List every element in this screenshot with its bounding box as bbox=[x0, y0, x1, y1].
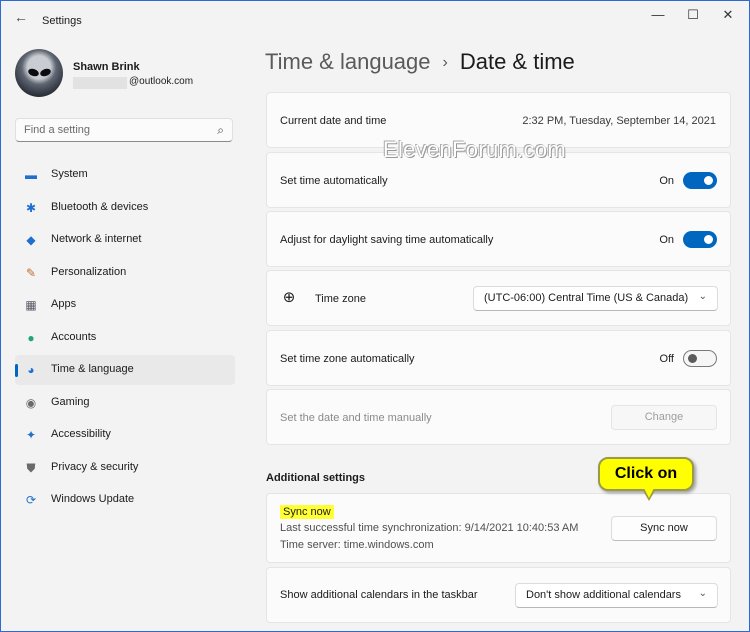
time-server-text: Time server: time.windows.com bbox=[280, 539, 434, 551]
bluetooth-icon: ✱ bbox=[25, 200, 37, 215]
sidebar-item-accessibility[interactable]: ✦ Accessibility bbox=[15, 420, 235, 450]
toggle-state-text: On bbox=[659, 234, 674, 246]
sidebar-item-label: System bbox=[51, 168, 88, 180]
sidebar-item-time-language[interactable]: ◕ Time & language bbox=[15, 355, 235, 385]
dst-auto-label: Adjust for daylight saving time automati… bbox=[280, 234, 494, 246]
sidebar-item-label: Time & language bbox=[51, 363, 134, 375]
profile-name: Shawn Brink bbox=[73, 61, 140, 73]
sidebar-item-label: Privacy & security bbox=[51, 460, 139, 473]
chevron-down-icon: ⌄ bbox=[698, 588, 707, 599]
shield-icon: ⛊ bbox=[26, 460, 36, 475]
change-button[interactable]: Change bbox=[611, 405, 717, 430]
sync-title: Sync now bbox=[280, 505, 334, 519]
email-redaction bbox=[73, 77, 127, 89]
person-icon: ● bbox=[27, 330, 35, 345]
manual-date-label: Set the date and time manually bbox=[280, 412, 432, 424]
settings-window: ← Settings — ☐ ✕ Shawn Brink @outlook.co… bbox=[0, 0, 750, 632]
sidebar-item-apps[interactable]: ▦ Apps bbox=[15, 290, 235, 320]
sidebar-item-privacy[interactable]: ⛊ Privacy & security bbox=[15, 453, 235, 483]
dst-auto-toggle[interactable] bbox=[683, 231, 717, 248]
sidebar-item-network[interactable]: ◆ Network & internet bbox=[15, 225, 235, 255]
sync-title-highlight: Sync now bbox=[280, 505, 334, 519]
chevron-down-icon: ⌄ bbox=[698, 291, 707, 302]
controller-icon: ◉ bbox=[25, 395, 37, 410]
globe-clock-icon: ⊕ bbox=[282, 289, 296, 306]
breadcrumb-parent[interactable]: Time & language bbox=[265, 49, 431, 74]
sidebar-item-label: Accounts bbox=[51, 330, 97, 343]
back-arrow-icon[interactable]: ← bbox=[11, 9, 31, 25]
manual-date-card: Set the date and time manually Change bbox=[266, 389, 731, 445]
globe-clock-icon: ◕ bbox=[27, 363, 35, 377]
set-time-auto-toggle[interactable] bbox=[683, 172, 717, 189]
set-time-auto-label: Set time automatically bbox=[280, 175, 388, 187]
monitor-icon: ▬ bbox=[25, 168, 37, 182]
wifi-icon: ◆ bbox=[26, 233, 36, 247]
current-date-value: 2:32 PM, Tuesday, September 14, 2021 bbox=[522, 115, 716, 127]
time-zone-label: Time zone bbox=[315, 293, 366, 305]
breadcrumb: Time & language › Date & time bbox=[265, 49, 575, 75]
set-tz-auto-toggle[interactable] bbox=[683, 350, 717, 367]
last-sync-text: Last successful time synchronization: 9/… bbox=[280, 522, 579, 534]
sidebar-item-system[interactable]: ▬ System bbox=[15, 160, 235, 190]
sidebar-item-label: Network & internet bbox=[51, 233, 142, 245]
current-date-label: Current date and time bbox=[280, 115, 387, 127]
update-icon: ⟳ bbox=[25, 493, 37, 507]
additional-settings-heading: Additional settings bbox=[266, 472, 365, 484]
time-zone-value: (UTC-06:00) Central Time (US & Canada) bbox=[484, 292, 689, 304]
watermark: ElevenForum.com bbox=[383, 137, 567, 162]
app-title: Settings bbox=[42, 15, 82, 27]
sidebar-item-accounts[interactable]: ● Accounts bbox=[15, 323, 235, 353]
title-bar: ← Settings — ☐ ✕ bbox=[1, 1, 749, 33]
set-tz-auto-label: Set time zone automatically bbox=[280, 353, 415, 365]
sidebar-item-windows-update[interactable]: ⟳ Windows Update bbox=[15, 485, 235, 515]
minimize-icon[interactable]: — bbox=[643, 6, 673, 24]
sidebar-item-label: Bluetooth & devices bbox=[51, 200, 149, 213]
close-icon[interactable]: ✕ bbox=[713, 6, 743, 24]
chevron-right-icon: › bbox=[442, 54, 448, 71]
search-placeholder: Find a setting bbox=[24, 124, 91, 136]
sidebar-item-personalization[interactable]: ✎ Personalization bbox=[15, 258, 235, 288]
time-zone-card: ⊕ Time zone (UTC-06:00) Central Time (US… bbox=[266, 270, 731, 326]
toggle-state-text: Off bbox=[659, 353, 674, 365]
sidebar-item-bluetooth[interactable]: ✱ Bluetooth & devices bbox=[15, 193, 235, 223]
sidebar-item-label: Gaming bbox=[51, 395, 90, 408]
sidebar-item-label: Accessibility bbox=[51, 428, 111, 440]
sidebar-nav: ▬ System ✱ Bluetooth & devices ◆ Network… bbox=[15, 160, 235, 518]
avatar bbox=[15, 49, 63, 97]
search-icon: ⌕ bbox=[217, 123, 224, 137]
accessibility-icon: ✦ bbox=[25, 428, 37, 442]
time-zone-dropdown[interactable]: (UTC-06:00) Central Time (US & Canada) ⌄ bbox=[473, 286, 718, 311]
calendars-value: Don't show additional calendars bbox=[526, 589, 681, 601]
sidebar-item-label: Apps bbox=[51, 298, 77, 310]
toggle-state-text: On bbox=[659, 175, 674, 187]
sync-card: Sync now Last successful time synchroniz… bbox=[266, 493, 731, 563]
sidebar-item-label: Windows Update bbox=[51, 493, 135, 505]
calendars-dropdown[interactable]: Don't show additional calendars ⌄ bbox=[515, 583, 718, 608]
calendars-label: Show additional calendars in the taskbar bbox=[280, 589, 478, 601]
dst-auto-card: Adjust for daylight saving time automati… bbox=[266, 211, 731, 267]
apps-icon: ▦ bbox=[25, 298, 37, 312]
user-profile[interactable]: Shawn Brink @outlook.com bbox=[15, 49, 235, 99]
calendars-card: Show additional calendars in the taskbar… bbox=[266, 567, 731, 623]
set-tz-auto-card: Set time zone automatically Off bbox=[266, 330, 731, 386]
profile-email: @outlook.com bbox=[129, 76, 194, 87]
callout-tail bbox=[642, 488, 656, 501]
sync-now-button[interactable]: Sync now bbox=[611, 516, 717, 541]
sidebar-item-label: Personalization bbox=[51, 265, 127, 278]
maximize-icon[interactable]: ☐ bbox=[678, 6, 708, 24]
brush-icon: ✎ bbox=[25, 265, 37, 280]
sidebar-item-gaming[interactable]: ◉ Gaming bbox=[15, 388, 235, 418]
search-input[interactable]: Find a setting ⌕ bbox=[15, 118, 233, 142]
page-title: Date & time bbox=[459, 49, 575, 74]
callout-bubble: Click on bbox=[598, 457, 694, 491]
